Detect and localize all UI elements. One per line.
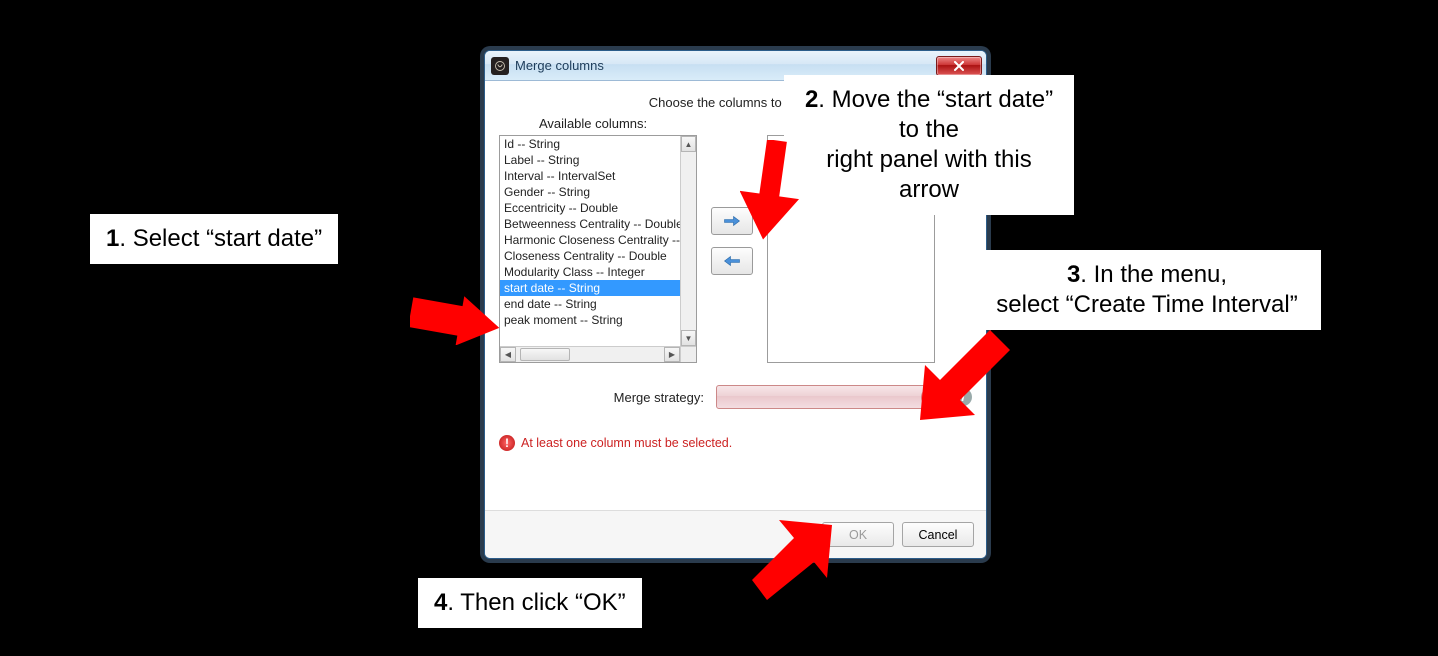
annotation-arrow-4 [752, 520, 832, 600]
vertical-scrollbar[interactable]: ▲ ▼ [680, 136, 696, 346]
callout-3-text-a: . In the menu, [1080, 261, 1227, 288]
arrow-left-icon [723, 254, 741, 268]
scroll-left-button[interactable]: ◀ [500, 347, 516, 362]
callout-1-number: 1 [106, 225, 119, 252]
annotation-arrow-3 [920, 330, 1010, 420]
list-item[interactable]: end date -- String [500, 296, 680, 312]
callout-1-text: . Select “start date” [119, 225, 322, 252]
scroll-right-button[interactable]: ▶ [664, 347, 680, 362]
list-item[interactable]: Label -- String [500, 152, 680, 168]
list-item[interactable]: Gender -- String [500, 184, 680, 200]
move-left-button[interactable] [711, 247, 753, 275]
list-item[interactable]: Id -- String [500, 136, 680, 152]
list-item[interactable]: start date -- String [500, 280, 680, 296]
scroll-up-button[interactable]: ▲ [681, 136, 696, 152]
available-columns-listbox[interactable]: Id -- StringLabel -- StringInterval -- I… [499, 135, 697, 363]
scrollbar-corner [680, 346, 696, 362]
callout-2: 2. Move the “start date” to the right pa… [784, 75, 1074, 215]
merge-strategy-row: Merge strategy: ▼ i [499, 385, 972, 409]
list-item[interactable]: Harmonic Closeness Centrality -- Double [500, 232, 680, 248]
list-item[interactable]: peak moment -- String [500, 312, 680, 328]
dialog-footer: OK Cancel [485, 510, 986, 558]
list-item[interactable]: Interval -- IntervalSet [500, 168, 680, 184]
horizontal-scroll-thumb[interactable] [520, 348, 570, 361]
arrow-right-icon [723, 214, 741, 228]
horizontal-scrollbar[interactable]: ◀ ▶ [500, 346, 680, 362]
merge-strategy-dropdown[interactable]: ▼ [716, 385, 942, 409]
callout-2-number: 2 [805, 86, 818, 113]
error-text: At least one column must be selected. [521, 436, 732, 450]
merge-strategy-label: Merge strategy: [499, 390, 704, 405]
callout-3-text-b: select “Create Time Interval” [989, 290, 1305, 320]
annotation-arrow-2 [740, 140, 800, 240]
annotation-arrow-1 [410, 295, 500, 345]
list-item[interactable]: Closeness Centrality -- Double [500, 248, 680, 264]
ok-button[interactable]: OK [822, 522, 894, 547]
callout-3-number: 3 [1067, 261, 1080, 288]
callout-2-text-a: . Move the “start date” to the [818, 86, 1053, 143]
callout-1: 1. Select “start date” [90, 214, 338, 264]
list-item[interactable]: Eccentricity -- Double [500, 200, 680, 216]
callout-4-text: . Then click “OK” [447, 589, 625, 616]
close-button[interactable] [936, 56, 982, 76]
error-message: ! At least one column must be selected. [499, 435, 972, 451]
callout-4: 4. Then click “OK” [418, 578, 642, 628]
callout-3: 3. In the menu, select “Create Time Inte… [973, 250, 1321, 330]
callout-4-number: 4 [434, 589, 447, 616]
scroll-down-button[interactable]: ▼ [681, 330, 696, 346]
cancel-button[interactable]: Cancel [902, 522, 974, 547]
error-icon: ! [499, 435, 515, 451]
callout-2-text-b: right panel with this arrow [800, 145, 1058, 205]
app-icon [491, 57, 509, 75]
dialog-title: Merge columns [515, 58, 936, 73]
list-item[interactable]: Betweenness Centrality -- Double [500, 216, 680, 232]
list-item[interactable]: Modularity Class -- Integer [500, 264, 680, 280]
